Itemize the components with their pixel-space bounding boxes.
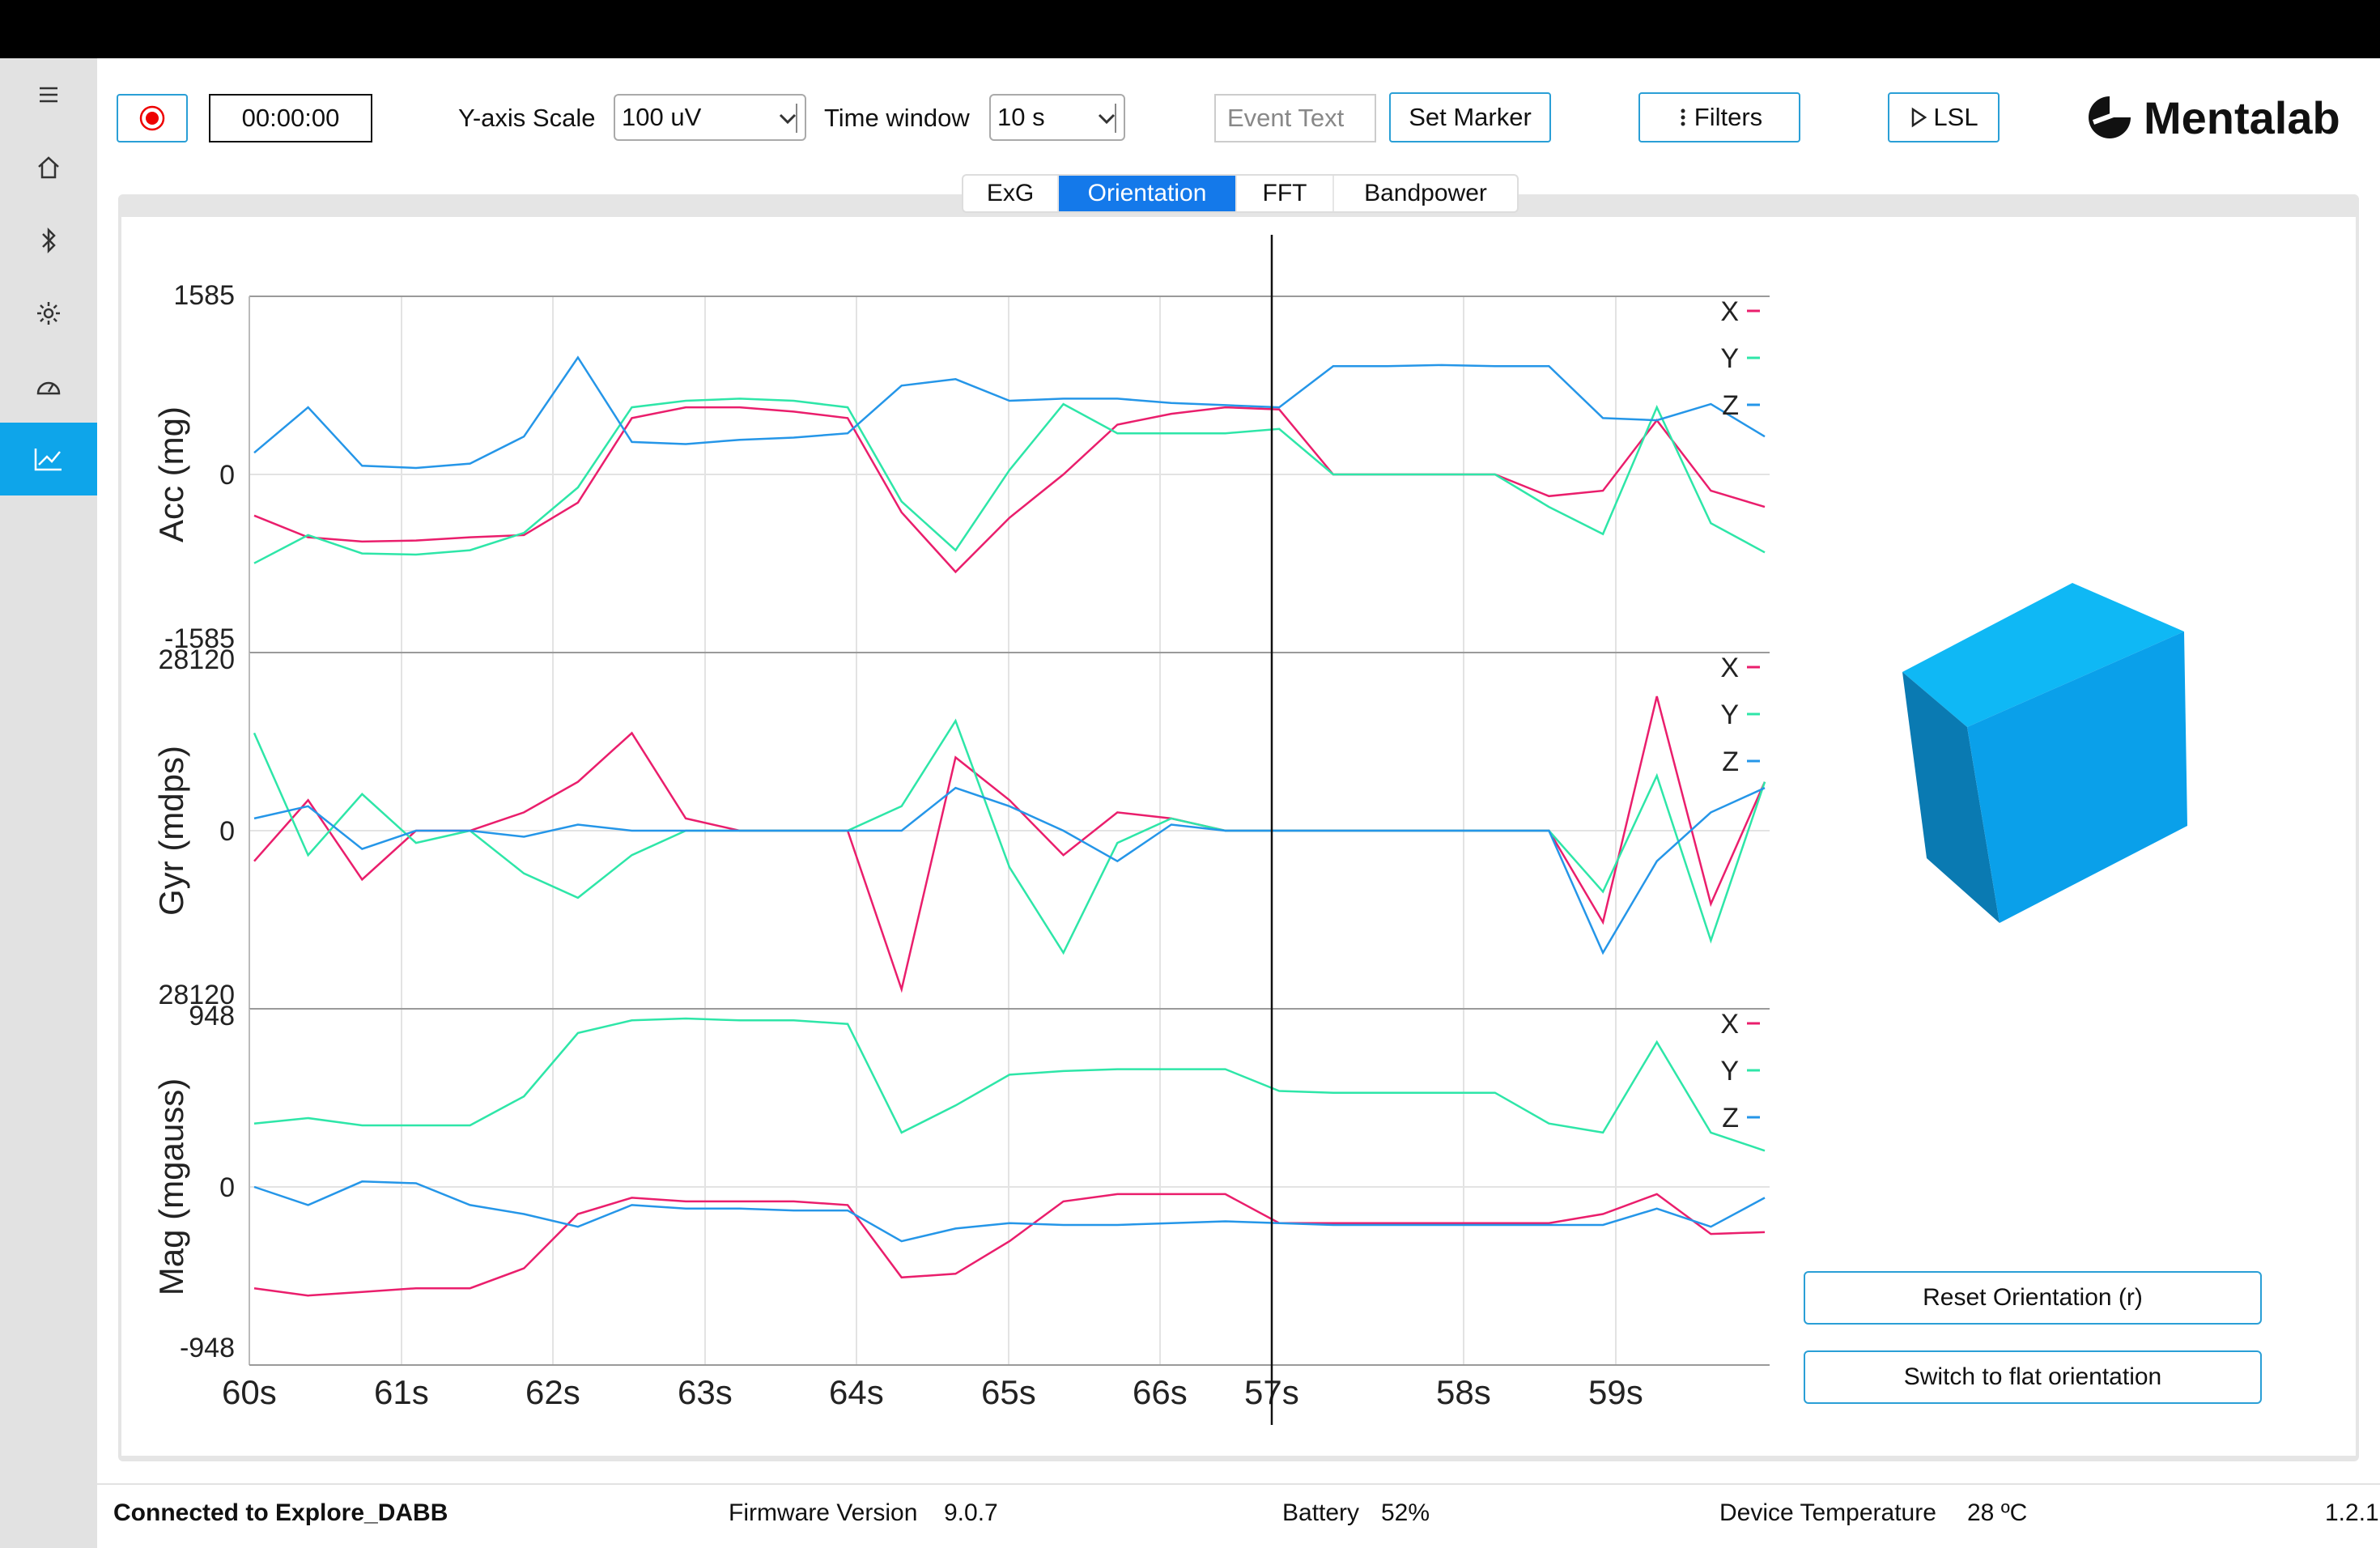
- x-tick-label: 62s: [525, 1373, 580, 1411]
- status-divider: [97, 1483, 2380, 1485]
- legend-label: Y: [1720, 1056, 1739, 1087]
- y-tick-label: 948: [189, 1001, 235, 1031]
- legend-label: Y: [1720, 700, 1739, 730]
- y-axis-label: Mag (mgauss): [152, 1078, 190, 1295]
- firmware-label: Firmware Version: [729, 1499, 918, 1526]
- reset-orientation-button[interactable]: Reset Orientation (r): [1804, 1271, 2262, 1325]
- x-tick-label: 65s: [981, 1373, 1036, 1411]
- x-tick-label: 61s: [374, 1373, 429, 1411]
- y-tick-label: 0: [219, 460, 235, 491]
- battery-value: 52%: [1381, 1499, 1430, 1526]
- battery-label: Battery: [1282, 1499, 1360, 1526]
- x-tick-label: 58s: [1436, 1373, 1491, 1411]
- x-tick-label: 64s: [829, 1373, 884, 1411]
- legend-label: X: [1720, 296, 1739, 327]
- legend-label: Z: [1722, 746, 1739, 777]
- y-axis-label: Gyr (mdps): [152, 746, 190, 916]
- orientation-cube: [1902, 583, 2187, 923]
- firmware-value: 9.0.7: [944, 1499, 998, 1526]
- legend-label: Y: [1720, 343, 1739, 374]
- temperature-value: 28 ºC: [1967, 1499, 2028, 1526]
- y-tick-label: -948: [180, 1333, 235, 1363]
- legend-label: X: [1720, 1009, 1739, 1040]
- legend-label: Z: [1722, 1103, 1739, 1133]
- connection-status: Connected to Explore_DABB: [113, 1499, 448, 1526]
- y-axis-label: Acc (mg): [152, 406, 190, 542]
- x-tick-label: 59s: [1588, 1373, 1643, 1411]
- y-tick-label: 28120: [158, 644, 235, 675]
- flat-orientation-button[interactable]: Switch to flat orientation: [1804, 1350, 2262, 1404]
- y-tick-label: 0: [219, 1172, 235, 1203]
- y-tick-label: 0: [219, 816, 235, 847]
- temperature-label: Device Temperature: [1719, 1499, 1936, 1526]
- y-tick-label: 1585: [173, 280, 235, 311]
- app-version: 1.2.1: [2325, 1499, 2379, 1526]
- x-tick-label: 66s: [1133, 1373, 1188, 1411]
- x-tick-label: 63s: [678, 1373, 733, 1411]
- legend-label: X: [1720, 653, 1739, 683]
- x-tick-label: 60s: [222, 1373, 277, 1411]
- legend-label: Z: [1722, 390, 1739, 421]
